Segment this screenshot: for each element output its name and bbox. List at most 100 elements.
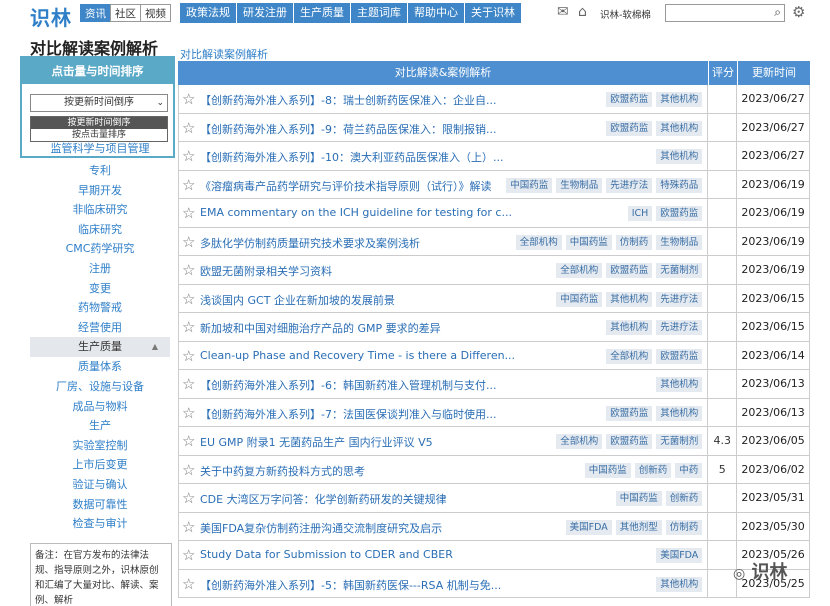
category-item[interactable]: 成品与物料 [30, 397, 170, 417]
row-tag[interactable]: 欧盟药监 [656, 206, 703, 221]
row-tag[interactable]: 欧盟药监 [606, 263, 653, 278]
mode-video-button[interactable]: 视频 [140, 4, 171, 22]
star-icon[interactable]: ☆ [182, 404, 195, 422]
row-tag[interactable]: 中国药监 [565, 234, 612, 250]
row-tag[interactable]: 其他机构 [656, 576, 703, 592]
table-row[interactable]: ☆ 欧盟无菌附录相关学习资料 全部机构 欧盟药监 无菌制剂 2023/06/19 [178, 256, 810, 285]
table-row[interactable]: ☆ 新加坡和中国对细胞治疗产品的 GMP 要求的差异 其他机构 先进疗法 2023/06… [178, 313, 810, 342]
row-tag[interactable]: 中国药监 [556, 291, 603, 307]
row-tag[interactable]: 无菌制剂 [656, 263, 703, 278]
row-tag[interactable]: 欧盟药监 [656, 348, 703, 364]
table-row[interactable]: ☆ Clean-up Phase and Recovery Time - is t… [178, 341, 810, 370]
row-tag[interactable]: 先进疗法 [656, 291, 703, 307]
category-item[interactable]: 非临床研究 [30, 200, 170, 220]
category-item[interactable]: 实验室控制 [30, 436, 170, 456]
nav-about[interactable]: 关于识林 [465, 3, 521, 23]
row-tag[interactable]: 其他机构 [606, 320, 653, 335]
category-item[interactable]: 厂房、设施与设备 [30, 377, 170, 397]
star-icon[interactable]: ☆ [182, 318, 195, 336]
row-tag[interactable]: 其他机构 [656, 405, 703, 421]
search-icon[interactable]: ⌕ [774, 5, 781, 20]
breadcrumb[interactable]: 对比解读案例解析 [180, 46, 268, 62]
row-tag[interactable]: ICH [627, 206, 653, 221]
user-name[interactable]: 识林-软棉棉 [600, 7, 651, 21]
nav-help[interactable]: 帮助中心 [408, 3, 465, 23]
table-row[interactable]: ☆ 【创新药海外准入系列】-10：澳大利亚药品医保准入（上）... 其他机构 2023… [178, 142, 810, 171]
home-icon[interactable]: ⌂ [578, 4, 587, 20]
row-title-link[interactable]: 欧盟无菌附录相关学习资料 [200, 263, 332, 279]
mail-icon[interactable]: ✉ [557, 4, 569, 20]
star-icon[interactable]: ☆ [182, 575, 195, 593]
row-tag[interactable]: 其他机构 [656, 120, 703, 136]
category-section-header[interactable]: 生产质量 ▲ [30, 337, 170, 358]
category-item[interactable]: 上市后变更 [30, 455, 170, 475]
row-title-link[interactable]: Study Data for Submission to CDER and CB… [200, 548, 453, 561]
row-tag[interactable]: 创新药 [634, 462, 672, 478]
star-icon[interactable]: ☆ [182, 119, 195, 137]
row-tag[interactable]: 中国药监 [506, 177, 553, 193]
table-row[interactable]: ☆ Study Data for Submission to CDER and C… [178, 541, 810, 570]
star-icon[interactable]: ☆ [182, 546, 195, 564]
row-tag[interactable]: 欧盟药监 [606, 92, 653, 107]
row-title-link[interactable]: 【创新药海外准入系列】-8：瑞士创新药医保准入：企业自... [200, 92, 496, 108]
row-tag[interactable]: 创新药 [665, 491, 703, 506]
gear-icon[interactable]: ⚙ [792, 3, 805, 21]
row-tag[interactable]: 全部机构 [515, 234, 562, 250]
row-tag[interactable]: 其他机构 [656, 149, 703, 164]
row-tag[interactable]: 欧盟药监 [606, 120, 653, 136]
row-tag[interactable]: 中国药监 [615, 491, 662, 506]
row-tag[interactable]: 中国药监 [584, 462, 631, 478]
row-tag[interactable]: 其他机构 [606, 291, 653, 307]
row-title-link[interactable]: 【创新药海外准入系列】-5：韩国新药医保---RSA 机制与免... [200, 577, 501, 593]
row-title-link[interactable]: 美国FDA复杂仿制药注册沟通交流制度研究及启示 [200, 520, 442, 536]
row-tag[interactable]: 生物制品 [556, 177, 603, 193]
row-tag[interactable]: 其他剂型 [615, 519, 662, 535]
table-row[interactable]: ☆ 【创新药海外准入系列】-8：瑞士创新药医保准入：企业自... 欧盟药监 其他机构 2… [178, 85, 810, 114]
table-row[interactable]: ☆ 【创新药海外准入系列】-7：法国医保谈判准入与临时使用... 欧盟药监 其他机构 2… [178, 398, 810, 427]
category-item[interactable]: 生产 [30, 416, 170, 436]
star-icon[interactable]: ☆ [182, 461, 195, 479]
row-tag[interactable]: 其他机构 [656, 377, 703, 392]
category-item[interactable]: 注册 [30, 259, 170, 279]
category-item[interactable]: 监管科学与项目管理 [30, 143, 170, 155]
star-icon[interactable]: ☆ [182, 90, 195, 108]
category-item[interactable]: 临床研究 [30, 220, 170, 240]
table-row[interactable]: ☆ 【创新药海外准入系列】-9：荷兰药品医保准入：限制报销... 欧盟药监 其他机构 2… [178, 113, 810, 142]
row-tag[interactable]: 生物制品 [656, 234, 703, 250]
mode-news-button[interactable]: 资讯 [80, 4, 111, 22]
row-tag[interactable]: 仿制药 [665, 519, 703, 535]
row-tag[interactable]: 欧盟药监 [606, 434, 653, 449]
star-icon[interactable]: ☆ [182, 204, 195, 222]
category-item[interactable]: 变更 [30, 279, 170, 299]
row-title-link[interactable]: 【创新药海外准入系列】-10：澳大利亚药品医保准入（上）... [200, 149, 503, 165]
table-row[interactable]: ☆ CDE 大湾区万字问答：化学创新药研发的关键规律 中国药监 创新药 2023/05/… [178, 484, 810, 513]
search-input[interactable]: ⌕ [665, 4, 785, 22]
row-tag[interactable]: 特殊药品 [656, 177, 703, 193]
category-item[interactable]: 检查与审计 [30, 514, 170, 534]
table-row[interactable]: ☆ EU GMP 附录1 无菌药品生产 国内行业评议 V5 全部机构 欧盟药监 无菌制剂… [178, 427, 810, 456]
nav-production[interactable]: 生产质量 [294, 3, 351, 23]
star-icon[interactable]: ☆ [182, 518, 195, 536]
mode-community-button[interactable]: 社区 [110, 4, 141, 22]
logo[interactable]: 识林 [30, 2, 72, 31]
sort-option-clicks[interactable]: 按点击量排序 [31, 129, 167, 141]
sort-option-time[interactable]: 按更新时间倒序 [31, 117, 167, 129]
star-icon[interactable]: ☆ [182, 176, 195, 194]
table-row[interactable]: ☆ 浅谈国内 GCT 企业在新加坡的发展前景 中国药监 其他机构 先进疗法 2023/06… [178, 284, 810, 313]
star-icon[interactable]: ☆ [182, 147, 195, 165]
row-title-link[interactable]: EU GMP 附录1 无菌药品生产 国内行业评议 V5 [200, 434, 433, 450]
category-item[interactable]: 专利 [30, 161, 170, 181]
table-row[interactable]: ☆ 【创新药海外准入系列】-5：韩国新药医保---RSA 机制与免... 其他机构 2… [178, 569, 810, 598]
row-tag[interactable]: 全部机构 [606, 348, 653, 364]
row-title-link[interactable]: 【创新药海外准入系列】-9：荷兰药品医保准入：限制报销... [200, 121, 496, 137]
star-icon[interactable]: ☆ [182, 432, 195, 450]
star-icon[interactable]: ☆ [182, 261, 195, 279]
table-row[interactable]: ☆ EMA commentary on the ICH guideline for… [178, 199, 810, 228]
row-tag[interactable]: 仿制药 [615, 234, 653, 250]
row-tag[interactable]: 欧盟药监 [606, 405, 653, 421]
row-tag[interactable]: 美国FDA [656, 548, 703, 563]
category-item[interactable]: 经营使用 [30, 318, 170, 338]
sort-select[interactable]: 按更新时间倒序 ⌄ [30, 94, 168, 112]
row-title-link[interactable]: 关于中药复方新药投料方式的思考 [200, 463, 365, 479]
star-icon[interactable]: ☆ [182, 375, 195, 393]
